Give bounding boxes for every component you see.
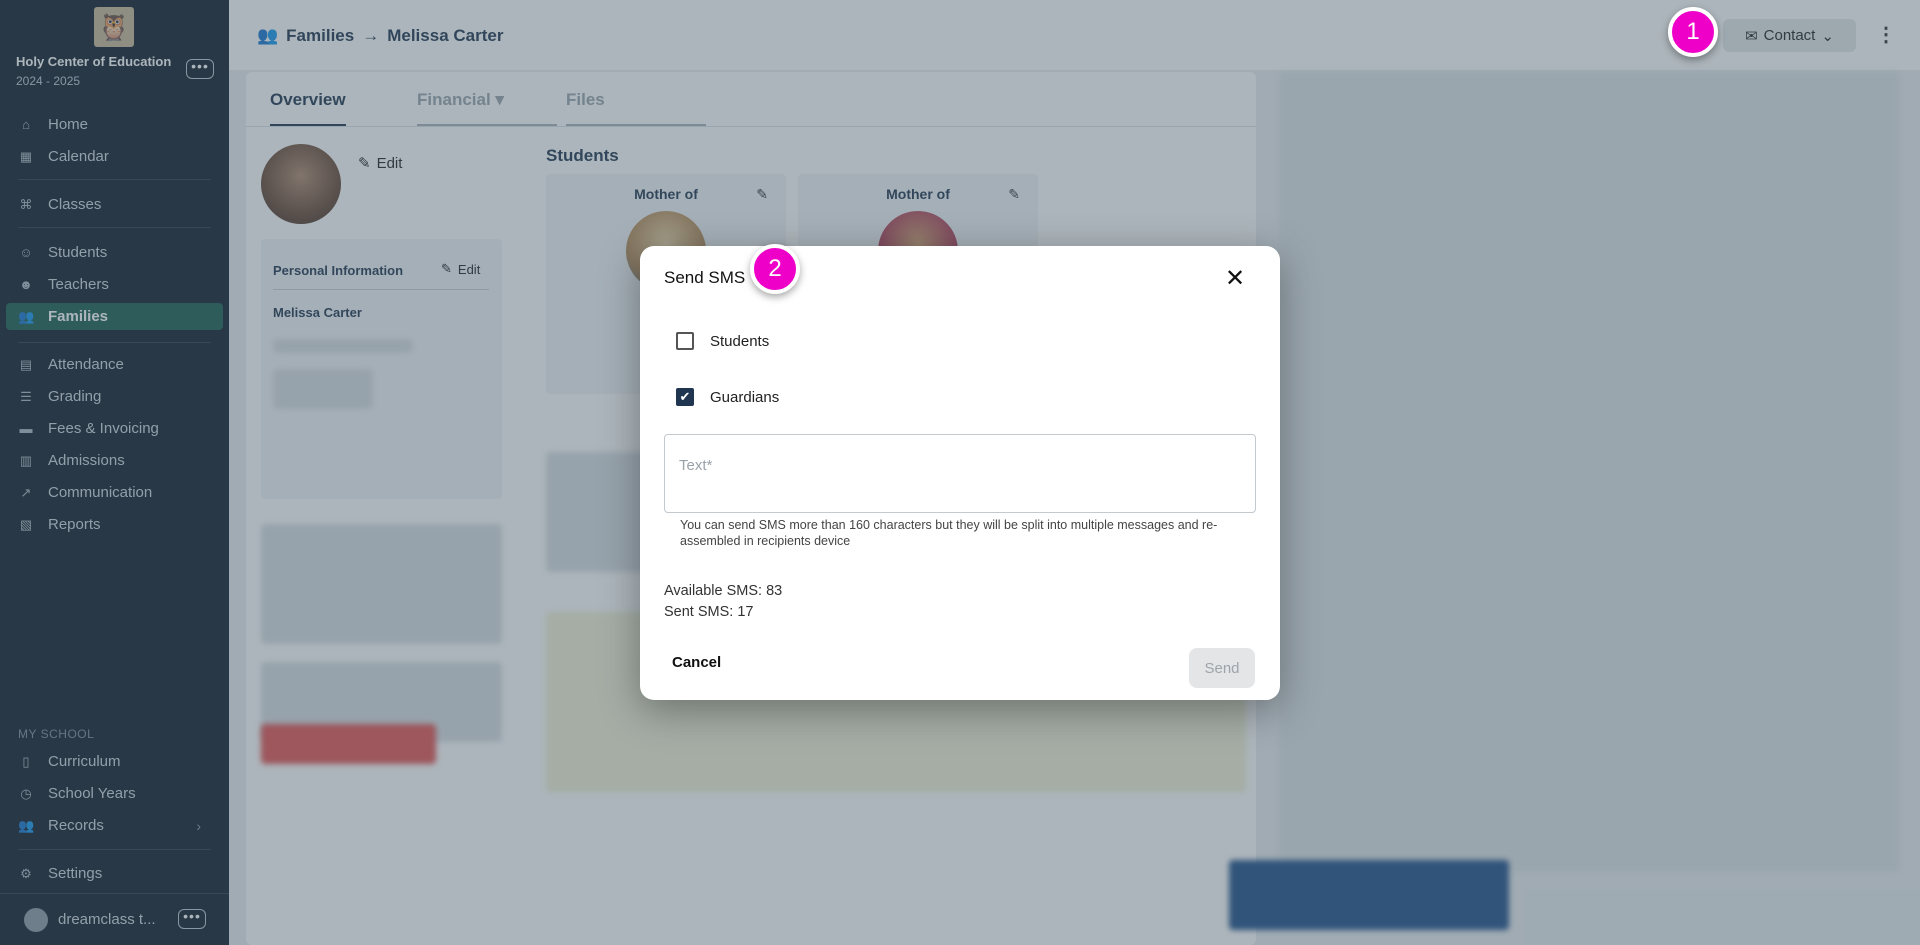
cancel-button[interactable]: Cancel (664, 650, 729, 675)
students-option-label: Students (710, 332, 770, 350)
checkmark-icon: ✔ (679, 389, 691, 404)
step-badge-2: 2 (750, 244, 800, 294)
helper-text: You can send SMS more than 160 character… (680, 518, 1218, 548)
send-button[interactable]: Send (1189, 648, 1255, 688)
guardians-checkbox[interactable]: ✔ (676, 388, 694, 406)
guardians-option[interactable]: ✔ Guardians (676, 388, 779, 406)
students-checkbox[interactable] (676, 332, 694, 350)
students-option[interactable]: Students (676, 332, 769, 350)
close-icon[interactable]: ✕ (1225, 264, 1245, 293)
guardians-option-label: Guardians (710, 388, 780, 406)
available-sms: Available SMS: 83 (664, 583, 783, 599)
send-sms-dialog: Send SMS ✕ Students ✔ Guardians You can … (640, 246, 1280, 700)
sms-text-field[interactable] (664, 434, 1256, 513)
step-badge-1: 1 (1668, 7, 1718, 57)
sent-sms: Sent SMS: 17 (664, 604, 754, 620)
dialog-title: Send SMS (664, 268, 746, 287)
